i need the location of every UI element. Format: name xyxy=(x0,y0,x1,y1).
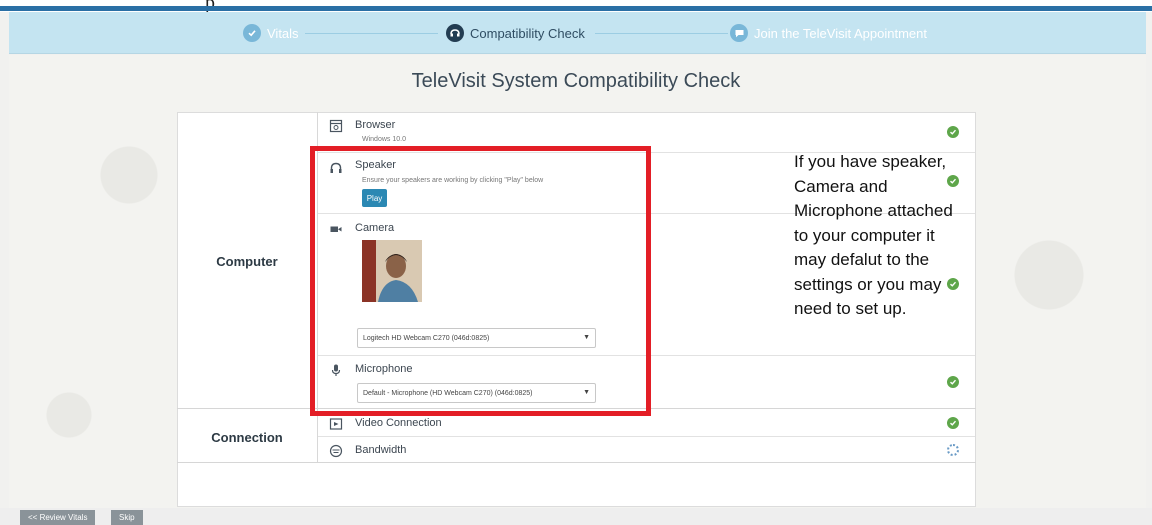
chat-bubble-icon xyxy=(730,24,748,42)
step-vitals[interactable]: Vitals xyxy=(243,12,299,54)
step-connector xyxy=(305,33,438,34)
step-connector xyxy=(595,33,728,34)
browser-status-check-icon xyxy=(947,126,959,138)
step-compatibility-label: Compatibility Check xyxy=(470,25,585,41)
step-join-label: Join the TeleVisit Appointment xyxy=(754,25,927,41)
top-bar-accent xyxy=(0,6,1152,11)
group-label-computer: Computer xyxy=(216,254,278,269)
progress-stepper: Vitals Compatibility Check Join the Tele… xyxy=(9,12,1146,54)
page-title: TeleVisit System Compatibility Check xyxy=(411,70,741,92)
check-circle-icon xyxy=(243,24,261,42)
video-connection-status-check-icon xyxy=(947,417,959,429)
bandwidth-title: Bandwidth xyxy=(355,444,407,456)
annotation-text: If you have speaker, Camera and Micropho… xyxy=(794,152,953,318)
video-connection-icon xyxy=(328,416,344,432)
browser-subtitle: Windows 10.0 xyxy=(362,136,406,143)
row-divider xyxy=(318,436,975,437)
microphone-status-check-icon xyxy=(947,376,959,388)
review-vitals-button[interactable]: << Review Vitals xyxy=(20,510,96,525)
group-label-connection: Connection xyxy=(211,430,283,445)
browser-title: Browser xyxy=(355,119,396,131)
step-vitals-label: Vitals xyxy=(267,25,299,41)
footer-bar xyxy=(0,508,1152,525)
bandwidth-loading-spinner-icon xyxy=(947,444,959,456)
step-join-televisit[interactable]: Join the TeleVisit Appointment xyxy=(730,12,927,54)
top-bar: p xyxy=(0,0,1152,14)
highlight-box xyxy=(310,146,651,416)
group-divider xyxy=(177,462,976,463)
video-connection-title: Video Connection xyxy=(355,417,442,429)
skip-button[interactable]: Skip xyxy=(111,510,143,525)
compatibility-icon xyxy=(446,24,464,42)
step-compatibility-check[interactable]: Compatibility Check xyxy=(446,12,585,54)
bandwidth-icon xyxy=(328,443,344,459)
browser-icon xyxy=(328,118,344,134)
